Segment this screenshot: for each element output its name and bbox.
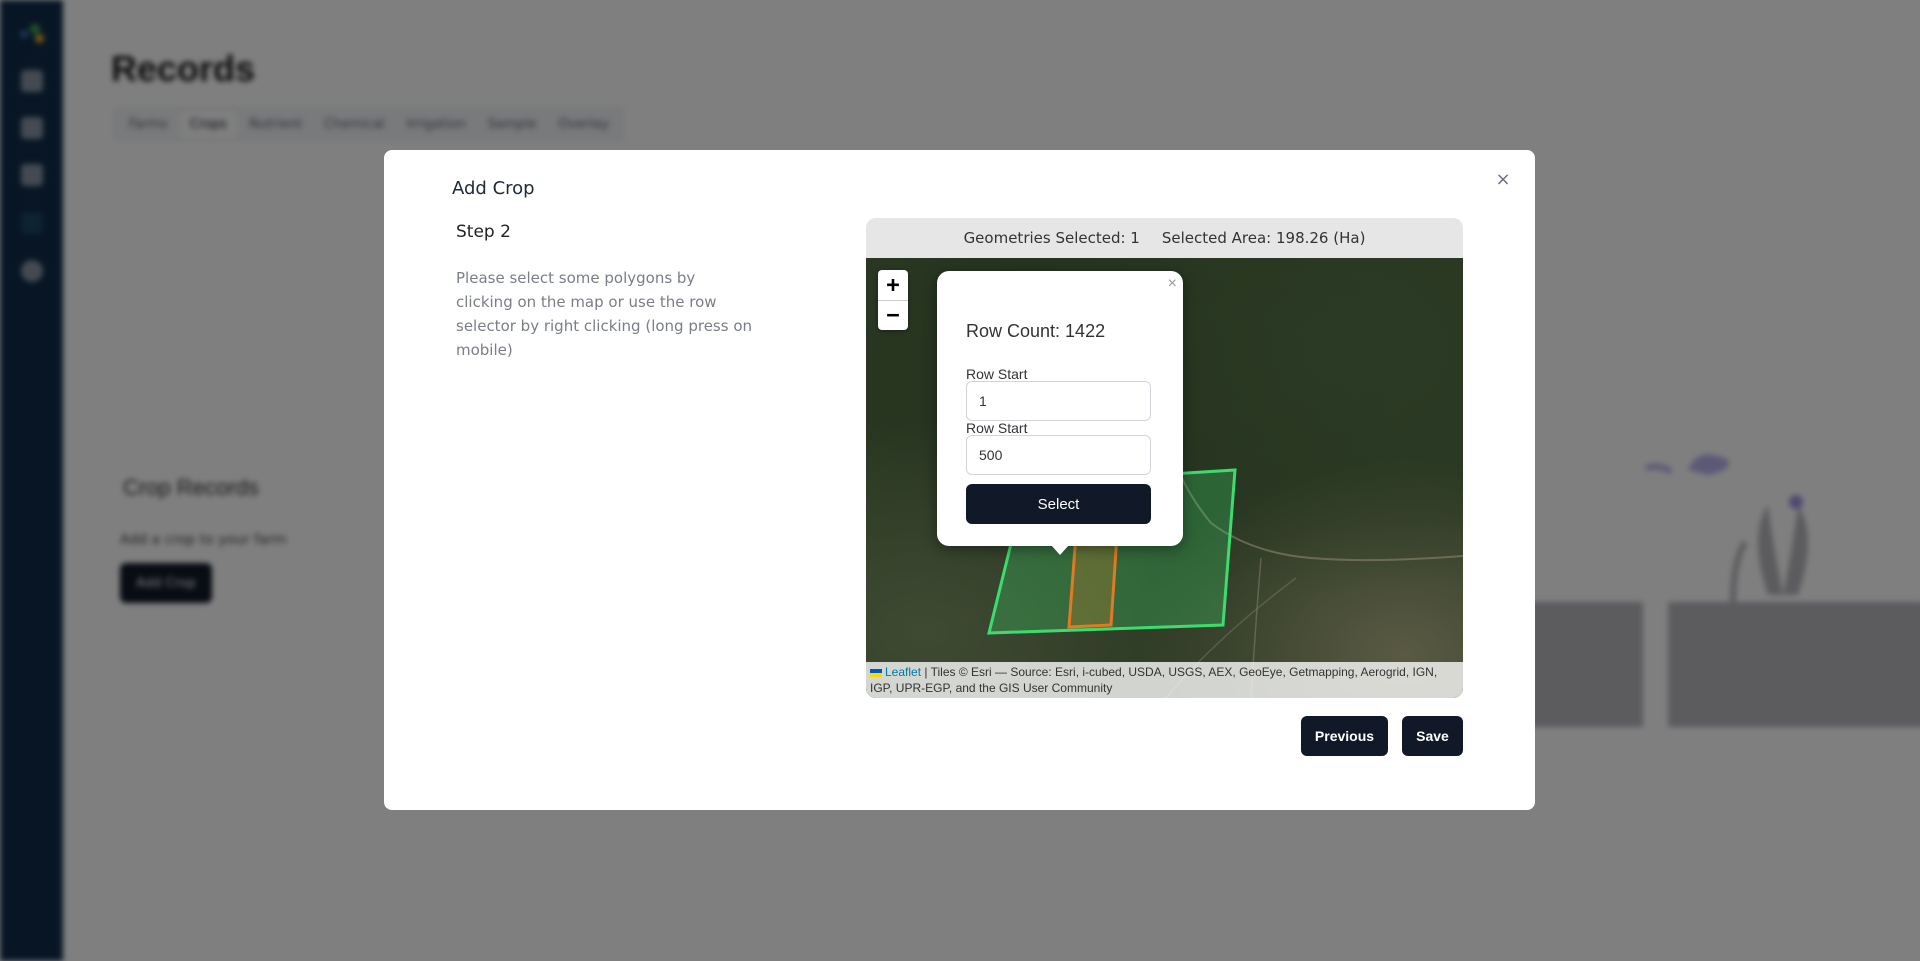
zoom-out-button[interactable]: − bbox=[878, 300, 908, 330]
add-crop-modal: Add Crop × Step 2 Please select some pol… bbox=[384, 150, 1535, 810]
zoom-control: + − bbox=[878, 270, 908, 330]
select-rows-button[interactable]: Select bbox=[966, 484, 1151, 524]
leaflet-link[interactable]: Leaflet bbox=[885, 665, 921, 679]
row-start-label: Row Start bbox=[966, 366, 1028, 382]
row-count: Row Count: 1422 bbox=[966, 321, 1106, 341]
ukraine-flag-icon bbox=[870, 668, 882, 677]
modal-title: Add Crop bbox=[452, 178, 535, 199]
popup-close-icon[interactable]: × bbox=[1168, 275, 1177, 293]
row-start-input[interactable] bbox=[966, 381, 1151, 421]
row-end-input[interactable] bbox=[966, 435, 1151, 475]
save-button[interactable]: Save bbox=[1402, 716, 1463, 756]
attribution-text: | Tiles © Esri — Source: Esri, i-cubed, … bbox=[870, 665, 1438, 695]
geometries-selected: Geometries Selected: 1 bbox=[963, 229, 1140, 247]
step-description: Please select some polygons by clicking … bbox=[456, 269, 753, 359]
map-container: Geometries Selected: 1 Selected Area: 19… bbox=[866, 218, 1463, 698]
row-end-label: Row Start bbox=[966, 420, 1028, 436]
map-attribution: Leaflet | Tiles © Esri — Source: Esri, i… bbox=[866, 662, 1463, 698]
selection-summary: Geometries Selected: 1 Selected Area: 19… bbox=[866, 218, 1463, 258]
step-label: Step 2 bbox=[456, 222, 511, 242]
selected-area: Selected Area: 198.26 (Ha) bbox=[1161, 229, 1366, 247]
satellite-map[interactable]: + − × Row Count: 1422 Row Start Row Star… bbox=[866, 258, 1463, 698]
popup-tip bbox=[1051, 545, 1069, 555]
zoom-in-button[interactable]: + bbox=[878, 270, 908, 300]
close-icon[interactable]: × bbox=[1493, 170, 1513, 190]
row-selector-popup: × Row Count: 1422 Row Start Row Start Se… bbox=[937, 271, 1183, 555]
previous-button[interactable]: Previous bbox=[1301, 716, 1388, 756]
